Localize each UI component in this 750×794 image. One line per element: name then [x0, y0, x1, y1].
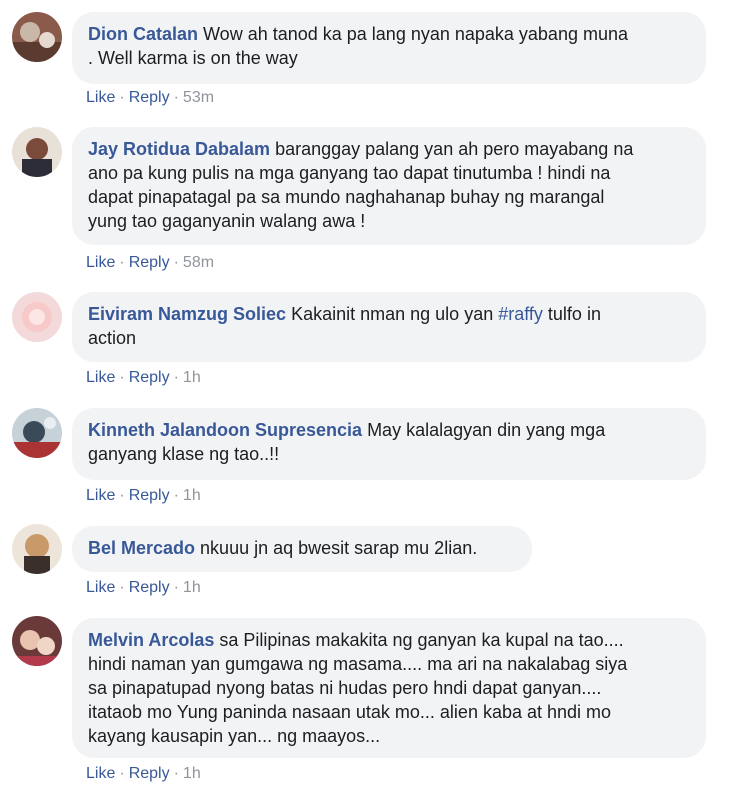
- comment-text: tulfo in: [542, 304, 601, 324]
- comment-bubble: Dion Catalan Wow ah tanod ka pa lang nyan…: [72, 12, 706, 84]
- reply-button[interactable]: Reply: [129, 89, 170, 106]
- comment-text: ganyang klase ng tao..!!: [88, 444, 280, 464]
- comment-author[interactable]: Jay Rotidua Dabalam: [88, 139, 270, 159]
- reply-button[interactable]: Reply: [129, 254, 170, 271]
- avatar[interactable]: [12, 292, 62, 342]
- comment-actions: Like · Reply · 1h: [86, 368, 201, 388]
- hashtag-link[interactable]: #raffy: [498, 304, 543, 324]
- like-button[interactable]: Like: [86, 369, 115, 386]
- comment-text: ano pa kung pulis na mga ganyang tao dap…: [88, 163, 611, 183]
- comment-actions: Like · Reply · 53m: [86, 88, 214, 108]
- comment-text: sa pinapatupad nyong batas ni hudas pero…: [88, 678, 602, 698]
- comment-author[interactable]: Bel Mercado: [88, 538, 195, 558]
- comment-actions: Like · Reply · 1h: [86, 486, 201, 506]
- separator: ·: [173, 254, 179, 271]
- comment-text: May kalalagyan din yang mga: [367, 420, 606, 440]
- separator: ·: [173, 89, 179, 106]
- separator: ·: [119, 254, 125, 271]
- like-button[interactable]: Like: [86, 254, 115, 271]
- comment-text: hindi naman yan gumgawa ng masama.... ma…: [88, 654, 628, 674]
- comment-timestamp[interactable]: 58m: [183, 254, 214, 271]
- comment-timestamp[interactable]: 1h: [183, 765, 201, 782]
- comment-list: Dion Catalan Wow ah tanod ka pa lang nyan…: [0, 0, 750, 794]
- separator: ·: [173, 765, 179, 782]
- comment-text: sa Pilipinas makakita ng ganyan ka kupal…: [219, 630, 624, 650]
- separator: ·: [119, 487, 125, 504]
- comment-text: Kakainit nman ng ulo yan: [291, 304, 499, 324]
- separator: ·: [119, 369, 125, 386]
- avatar[interactable]: [12, 408, 62, 458]
- comment-text: yung tao gaganyanin walang awa !: [88, 211, 366, 231]
- comment-actions: Like · Reply · 1h: [86, 764, 201, 784]
- avatar[interactable]: [12, 616, 62, 666]
- comment-text: nkuuu jn aq bwesit sarap mu 2lian.: [200, 538, 478, 558]
- comment-author[interactable]: Dion Catalan: [88, 24, 198, 44]
- separator: ·: [119, 579, 125, 596]
- separator: ·: [119, 89, 125, 106]
- separator: ·: [173, 579, 179, 596]
- comment-author[interactable]: Eiviram Namzug Soliec: [88, 304, 286, 324]
- comment-timestamp[interactable]: 1h: [183, 487, 201, 504]
- comment-bubble: Kinneth Jalandoon Supresencia May kalalag…: [72, 408, 706, 480]
- comment-text: action: [88, 328, 137, 348]
- comment-bubble: Bel Mercado nkuuu jn aq bwesit sarap mu 2…: [72, 526, 532, 572]
- like-button[interactable]: Like: [86, 487, 115, 504]
- separator: ·: [173, 369, 179, 386]
- reply-button[interactable]: Reply: [129, 487, 170, 504]
- reply-button[interactable]: Reply: [129, 765, 170, 782]
- comment-text: Wow ah tanod ka pa lang nyan napaka yaba…: [203, 24, 628, 44]
- comment-timestamp[interactable]: 1h: [183, 579, 201, 596]
- reply-button[interactable]: Reply: [129, 369, 170, 386]
- reply-button[interactable]: Reply: [129, 579, 170, 596]
- comment-text: itataob mo Yung paninda nasaan utak mo..…: [88, 702, 612, 722]
- comment-text: kayang kausapin yan... ng maayos...: [88, 726, 381, 746]
- comment-actions: Like · Reply · 1h: [86, 578, 201, 598]
- comment-text: . Well karma is on the way: [88, 48, 298, 68]
- comment-bubble: Eiviram Namzug Soliec Kakainit nman ng ul…: [72, 292, 706, 362]
- comment-bubble: Melvin Arcolas sa Pilipinas makakita ng g…: [72, 618, 706, 758]
- comment-text: dapat pinapatagal pa sa mundo naghahanap…: [88, 187, 605, 207]
- like-button[interactable]: Like: [86, 579, 115, 596]
- separator: ·: [119, 765, 125, 782]
- comment-bubble: Jay Rotidua Dabalam baranggay palang yan …: [72, 127, 706, 245]
- like-button[interactable]: Like: [86, 765, 115, 782]
- comment-author[interactable]: Melvin Arcolas: [88, 630, 214, 650]
- comment-text: baranggay palang yan ah pero mayabang na: [275, 139, 634, 159]
- avatar[interactable]: [12, 524, 62, 574]
- comment-timestamp[interactable]: 1h: [183, 369, 201, 386]
- separator: ·: [173, 487, 179, 504]
- avatar[interactable]: [12, 12, 62, 62]
- comment-timestamp[interactable]: 53m: [183, 89, 214, 106]
- comment-actions: Like · Reply · 58m: [86, 253, 214, 273]
- comment-author[interactable]: Kinneth Jalandoon Supresencia: [88, 420, 362, 440]
- avatar[interactable]: [12, 127, 62, 177]
- like-button[interactable]: Like: [86, 89, 115, 106]
